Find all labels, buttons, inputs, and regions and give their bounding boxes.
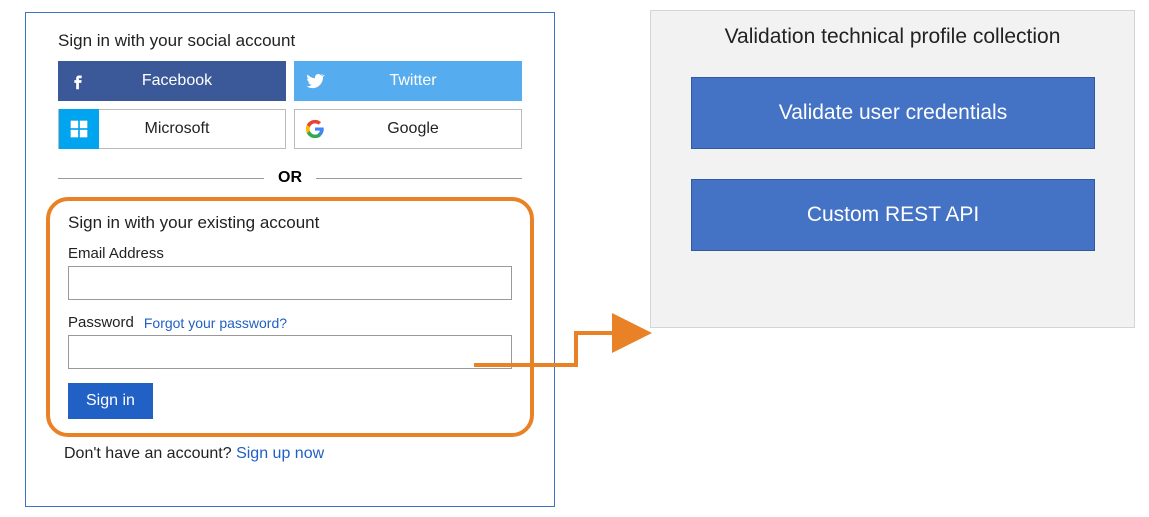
twitter-button[interactable]: Twitter — [294, 61, 522, 101]
twitter-icon — [294, 61, 334, 101]
or-label: OR — [264, 169, 316, 187]
email-input[interactable] — [68, 266, 512, 300]
local-account-highlight: Sign in with your existing account Email… — [46, 197, 534, 437]
signup-link[interactable]: Sign up now — [236, 445, 324, 462]
no-account-row: Don't have an account? Sign up now — [64, 445, 522, 463]
facebook-icon — [58, 61, 98, 101]
facebook-label: Facebook — [98, 72, 286, 90]
password-label-text: Password — [68, 314, 134, 331]
divider-line-right — [316, 178, 522, 179]
password-label-row: Password Forgot your password? — [68, 314, 512, 331]
microsoft-button[interactable]: Microsoft — [58, 109, 286, 149]
signin-button[interactable]: Sign in — [68, 383, 153, 419]
google-label: Google — [335, 120, 521, 138]
email-label: Email Address — [68, 245, 512, 262]
validation-item-1: Custom REST API — [691, 179, 1095, 251]
facebook-button[interactable]: Facebook — [58, 61, 286, 101]
forgot-password-link[interactable]: Forgot your password? — [144, 315, 287, 331]
signin-inner: Sign in with your social account Faceboo… — [26, 13, 554, 473]
signin-panel: Sign in with your social account Faceboo… — [25, 12, 555, 507]
google-button[interactable]: Google — [294, 109, 522, 149]
divider-line-left — [58, 178, 264, 179]
social-buttons-grid: Facebook Twitter Microsoft Google — [58, 61, 522, 149]
password-input[interactable] — [68, 335, 512, 369]
google-icon — [295, 109, 335, 149]
microsoft-label: Microsoft — [99, 120, 285, 138]
validation-panel: Validation technical profile collection … — [650, 10, 1135, 328]
or-divider: OR — [58, 169, 522, 187]
no-account-text: Don't have an account? — [64, 445, 232, 462]
validation-item-0: Validate user credentials — [691, 77, 1095, 149]
microsoft-icon — [59, 109, 99, 149]
email-label-text: Email Address — [68, 245, 164, 262]
social-heading: Sign in with your social account — [58, 31, 522, 51]
validation-panel-title: Validation technical profile collection — [681, 25, 1104, 49]
twitter-label: Twitter — [334, 72, 522, 90]
existing-heading: Sign in with your existing account — [68, 213, 512, 233]
